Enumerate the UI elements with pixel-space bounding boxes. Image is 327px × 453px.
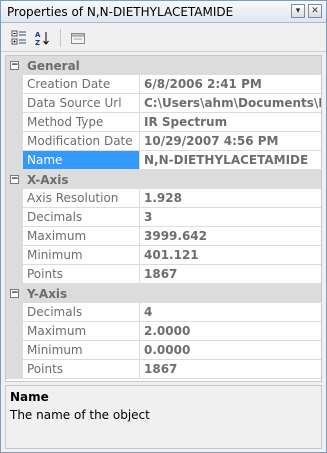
property-row[interactable]: Method Type IR Spectrum bbox=[6, 113, 321, 132]
property-value[interactable]: 1867 bbox=[140, 265, 321, 283]
property-value[interactable]: 4 bbox=[140, 303, 321, 321]
dropdown-button[interactable]: ▾ bbox=[291, 4, 305, 18]
row-gutter bbox=[6, 151, 23, 169]
category-label: X-Axis bbox=[27, 172, 69, 187]
svg-text:Z: Z bbox=[35, 39, 40, 46]
close-button[interactable]: ✕ bbox=[308, 4, 322, 18]
property-row[interactable]: Decimals 4 bbox=[6, 303, 321, 322]
property-value[interactable]: 10/29/2007 4:56 PM bbox=[140, 132, 321, 150]
row-gutter bbox=[6, 132, 23, 150]
property-name[interactable]: Minimum bbox=[23, 246, 140, 264]
collapse-box: − bbox=[10, 288, 19, 298]
property-value[interactable]: 3 bbox=[140, 208, 321, 226]
property-name[interactable]: Method Type bbox=[23, 113, 140, 131]
row-gutter bbox=[6, 208, 23, 226]
property-value[interactable]: N,N-DIETHYLACETAMIDE bbox=[140, 151, 321, 169]
property-row[interactable]: Axis Resolution 1.928 bbox=[6, 189, 321, 208]
property-value[interactable]: IR Spectrum bbox=[140, 113, 321, 131]
property-value[interactable]: 1.928 bbox=[140, 189, 321, 207]
property-value[interactable]: 401.121 bbox=[140, 246, 321, 264]
property-row[interactable]: Points 1867 bbox=[6, 265, 321, 284]
property-row[interactable]: Data Source Url C:\Users\ahm\Documents\My… bbox=[6, 94, 321, 113]
collapse-toggle-icon[interactable]: − bbox=[6, 170, 23, 189]
row-gutter bbox=[6, 246, 23, 264]
property-name[interactable]: Decimals bbox=[23, 303, 140, 321]
property-value[interactable]: 6/8/2006 2:41 PM bbox=[140, 75, 321, 93]
property-name[interactable]: Creation Date bbox=[23, 75, 140, 93]
property-value[interactable]: 3999.642 bbox=[140, 227, 321, 245]
property-name[interactable]: Modification Date bbox=[23, 132, 140, 150]
property-name[interactable]: Points bbox=[23, 265, 140, 283]
collapse-toggle-icon[interactable]: − bbox=[6, 284, 23, 303]
property-row[interactable]: Name N,N-DIETHYLACETAMIDE bbox=[6, 151, 321, 170]
property-name[interactable]: Axis Resolution bbox=[23, 189, 140, 207]
property-name[interactable]: Name bbox=[23, 151, 140, 169]
property-row[interactable]: Creation Date 6/8/2006 2:41 PM bbox=[6, 75, 321, 94]
property-row[interactable]: Minimum 401.121 bbox=[6, 246, 321, 265]
description-pane: Name The name of the object bbox=[5, 385, 322, 449]
row-gutter bbox=[6, 113, 23, 131]
category-general[interactable]: − General bbox=[6, 56, 321, 75]
category-label: General bbox=[27, 58, 80, 73]
row-gutter bbox=[6, 227, 23, 245]
property-pages-icon[interactable] bbox=[68, 28, 88, 48]
property-grid[interactable]: − General Creation Date 6/8/2006 2:41 PM Dat… bbox=[5, 55, 322, 382]
property-row[interactable]: Points 1867 bbox=[6, 360, 321, 379]
collapse-box: − bbox=[10, 60, 19, 70]
property-row[interactable]: Maximum 2.0000 bbox=[6, 322, 321, 341]
property-value[interactable]: 0.0000 bbox=[140, 341, 321, 359]
toolbar-separator bbox=[60, 28, 61, 47]
window-title: Properties of N,N-DIETHYLACETAMIDE bbox=[7, 4, 234, 19]
property-row[interactable]: Minimum 0.0000 bbox=[6, 341, 321, 360]
property-name[interactable]: Decimals bbox=[23, 208, 140, 226]
property-row[interactable]: Modification Date 10/29/2007 4:56 PM bbox=[6, 132, 321, 151]
svg-text:A: A bbox=[35, 31, 41, 39]
property-row[interactable]: Decimals 3 bbox=[6, 208, 321, 227]
toolbar: A Z bbox=[1, 24, 326, 52]
row-gutter bbox=[6, 265, 23, 283]
property-name[interactable]: Data Source Url bbox=[23, 94, 140, 112]
property-name[interactable]: Minimum bbox=[23, 341, 140, 359]
row-gutter bbox=[6, 322, 23, 340]
property-name[interactable]: Points bbox=[23, 360, 140, 378]
alphabetical-icon[interactable]: A Z bbox=[33, 28, 53, 48]
property-value[interactable]: 2.0000 bbox=[140, 322, 321, 340]
property-row[interactable]: Maximum 3999.642 bbox=[6, 227, 321, 246]
row-gutter bbox=[6, 360, 23, 378]
category-x-axis[interactable]: − X-Axis bbox=[6, 170, 321, 189]
category-label: Y-Axis bbox=[27, 286, 68, 301]
category-y-axis[interactable]: − Y-Axis bbox=[6, 284, 321, 303]
property-name[interactable]: Maximum bbox=[23, 227, 140, 245]
row-gutter bbox=[6, 341, 23, 359]
description-title: Name bbox=[10, 390, 49, 404]
property-value[interactable]: C:\Users\ahm\Documents\My H bbox=[140, 94, 321, 112]
properties-window: Properties of N,N-DIETHYLACETAMIDE ▾ ✕ A bbox=[0, 0, 327, 453]
property-name[interactable]: Maximum bbox=[23, 322, 140, 340]
row-gutter bbox=[6, 189, 23, 207]
categorized-icon[interactable] bbox=[9, 28, 29, 48]
row-gutter bbox=[6, 303, 23, 321]
row-gutter bbox=[6, 94, 23, 112]
row-gutter bbox=[6, 75, 23, 93]
collapse-box: − bbox=[10, 174, 19, 184]
title-bar[interactable]: Properties of N,N-DIETHYLACETAMIDE ▾ ✕ bbox=[1, 1, 326, 23]
description-text: The name of the object bbox=[10, 408, 150, 422]
property-value[interactable]: 1867 bbox=[140, 360, 321, 378]
collapse-toggle-icon[interactable]: − bbox=[6, 56, 23, 75]
